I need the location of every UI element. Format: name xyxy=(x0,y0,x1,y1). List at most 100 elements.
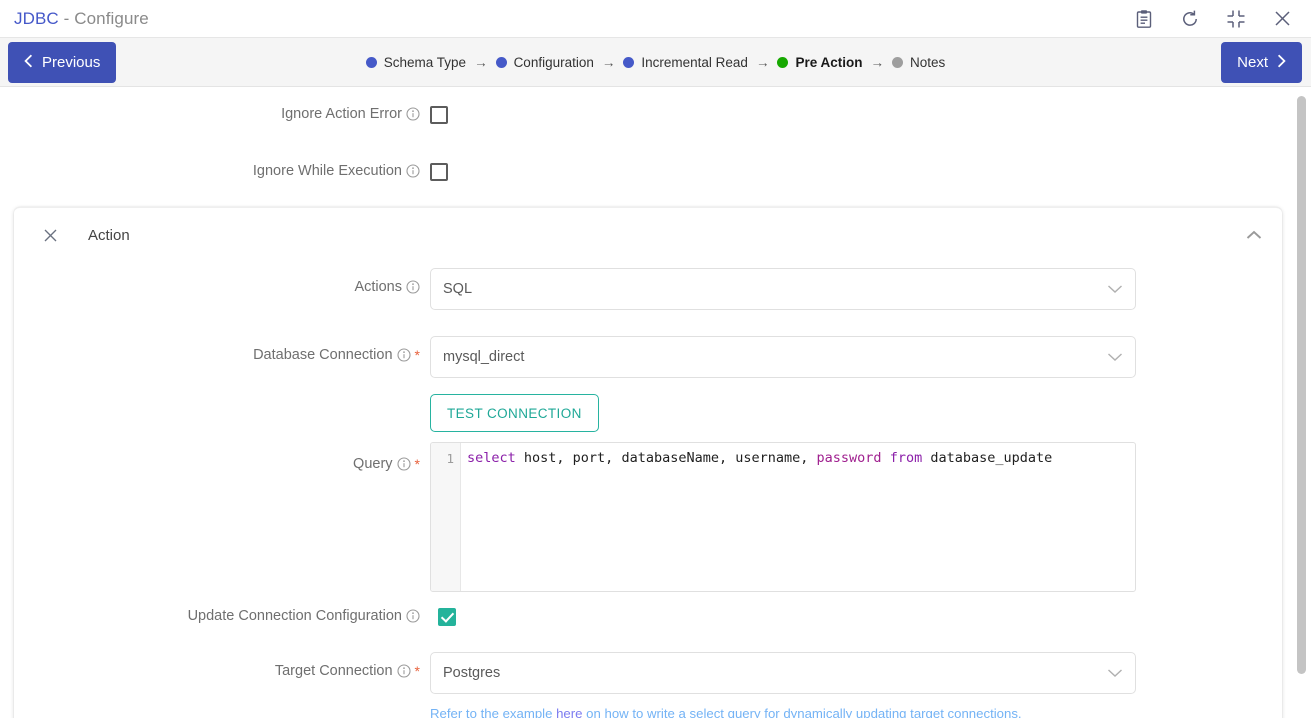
field-control: mysql_direct TEST CONNECTION xyxy=(430,336,1282,432)
field-control xyxy=(430,608,1282,626)
field-label: Query * xyxy=(14,442,430,472)
target-connection-label: Target Connection xyxy=(275,663,393,679)
actions-select-value: SQL xyxy=(443,281,472,297)
jdbc-configure-window: JDBC - Configure xyxy=(0,0,1311,718)
database-connection-label: Database Connection xyxy=(253,347,392,363)
step-notes[interactable]: Notes xyxy=(892,55,945,70)
step-dot-icon xyxy=(496,57,507,68)
target-connection-select-value: Postgres xyxy=(443,665,500,681)
sql-table: database_update xyxy=(922,450,1052,466)
page-title-suffix: - Configure xyxy=(59,9,149,28)
step-dot-icon xyxy=(777,57,788,68)
required-marker: * xyxy=(415,347,420,363)
update-connection-configuration-label: Update Connection Configuration xyxy=(188,608,402,624)
actions-select[interactable]: SQL xyxy=(430,268,1136,310)
chevron-down-icon xyxy=(1107,352,1123,362)
next-button-label: Next xyxy=(1237,54,1268,71)
field-update-connection-configuration: Update Connection Configuration xyxy=(14,608,1282,626)
breadcrumb: Schema Type → Configuration → Incrementa… xyxy=(0,55,1311,70)
field-database-connection: Database Connection * mysql_direct xyxy=(14,336,1282,432)
sql-space xyxy=(882,450,890,466)
field-label: Target Connection * xyxy=(14,652,430,679)
ignore-action-error-checkbox[interactable] xyxy=(430,106,448,124)
info-icon[interactable] xyxy=(406,609,420,623)
ignore-action-error-label: Ignore Action Error xyxy=(281,106,402,122)
test-connection-button[interactable]: TEST CONNECTION xyxy=(430,394,599,432)
step-incremental-read[interactable]: Incremental Read xyxy=(623,55,748,70)
query-label: Query xyxy=(353,456,393,472)
step-label: Schema Type xyxy=(384,55,466,70)
step-label: Pre Action xyxy=(795,55,862,70)
remove-action-icon[interactable] xyxy=(42,227,58,243)
step-dot-icon xyxy=(623,57,634,68)
chevron-up-icon[interactable] xyxy=(1244,225,1264,245)
close-icon[interactable] xyxy=(1271,8,1293,30)
sql-keyword-select: select xyxy=(467,450,516,466)
info-icon[interactable] xyxy=(397,664,411,678)
info-icon[interactable] xyxy=(406,280,420,294)
sql-keyword-from: from xyxy=(890,450,923,466)
step-arrow-icon: → xyxy=(870,55,884,70)
hint-suffix: on how to write a select query for dynam… xyxy=(583,706,1022,718)
query-code-editor[interactable]: 1 select host, port, databaseName, usern… xyxy=(430,442,1136,592)
field-actions: Actions SQL xyxy=(14,268,1282,310)
field-target-connection: Target Connection * Postgres xyxy=(14,652,1282,718)
database-connection-select-value: mysql_direct xyxy=(443,349,524,365)
step-arrow-icon: → xyxy=(602,55,616,70)
step-schema-type[interactable]: Schema Type xyxy=(366,55,466,70)
field-ignore-while-execution: Ignore While Execution xyxy=(0,141,1311,201)
required-marker: * xyxy=(415,663,420,679)
chevron-down-icon xyxy=(1107,668,1123,678)
refresh-icon[interactable] xyxy=(1179,8,1201,30)
next-button[interactable]: Next xyxy=(1221,42,1302,83)
target-connection-hint: Refer to the example here on how to writ… xyxy=(430,706,1282,718)
info-icon[interactable] xyxy=(397,348,411,362)
chevron-right-icon xyxy=(1277,54,1286,71)
step-arrow-icon: → xyxy=(756,55,770,70)
wizard-step-bar: Previous Schema Type → Configuration → I… xyxy=(0,38,1311,87)
info-icon[interactable] xyxy=(406,107,420,121)
step-label: Notes xyxy=(910,55,945,70)
form-scroll-area: Ignore Action Error Ignore While Executi… xyxy=(0,87,1311,718)
field-control: Postgres Refer to the example here on ho… xyxy=(430,652,1282,718)
field-control xyxy=(430,161,1311,181)
query-code-content[interactable]: select host, port, databaseName, usernam… xyxy=(461,443,1135,591)
hint-prefix: Refer to the example xyxy=(430,706,556,718)
field-control: SQL xyxy=(430,268,1282,310)
sql-columns: host, port, databaseName, username, xyxy=(516,450,817,466)
step-label: Incremental Read xyxy=(641,55,748,70)
step-configuration[interactable]: Configuration xyxy=(496,55,594,70)
field-label: Update Connection Configuration xyxy=(14,608,430,624)
step-pre-action[interactable]: Pre Action xyxy=(777,55,862,70)
actions-label: Actions xyxy=(354,279,402,295)
step-dot-icon xyxy=(366,57,377,68)
step-label: Configuration xyxy=(514,55,594,70)
database-connection-select[interactable]: mysql_direct xyxy=(430,336,1136,378)
minimize-icon[interactable] xyxy=(1225,8,1247,30)
vertical-scrollbar-thumb[interactable] xyxy=(1297,96,1306,674)
info-icon[interactable] xyxy=(397,457,411,471)
editor-line-numbers: 1 xyxy=(431,443,461,591)
field-label: Ignore Action Error xyxy=(0,87,430,141)
title-bar: JDBC - Configure xyxy=(0,0,1311,38)
field-label: Ignore While Execution xyxy=(0,141,430,201)
vertical-scrollbar-track[interactable] xyxy=(1298,88,1309,718)
required-marker: * xyxy=(415,456,420,472)
info-icon[interactable] xyxy=(406,164,420,178)
step-arrow-icon: → xyxy=(474,55,488,70)
field-control xyxy=(430,104,1311,124)
target-connection-select[interactable]: Postgres xyxy=(430,652,1136,694)
step-dot-icon xyxy=(892,57,903,68)
ignore-while-execution-checkbox[interactable] xyxy=(430,163,448,181)
title-bar-actions xyxy=(1133,8,1293,30)
field-label: Actions xyxy=(14,268,430,295)
action-panel: Action Actions SQL xyxy=(14,207,1282,718)
clipboard-icon[interactable] xyxy=(1133,8,1155,30)
ignore-while-execution-label: Ignore While Execution xyxy=(253,163,402,179)
page-title: JDBC - Configure xyxy=(14,9,149,29)
hint-example-link[interactable]: here xyxy=(556,706,582,718)
action-panel-title: Action xyxy=(88,227,130,244)
update-connection-configuration-checkbox[interactable] xyxy=(438,608,456,626)
chevron-down-icon xyxy=(1107,284,1123,294)
action-panel-header: Action xyxy=(14,208,1282,262)
